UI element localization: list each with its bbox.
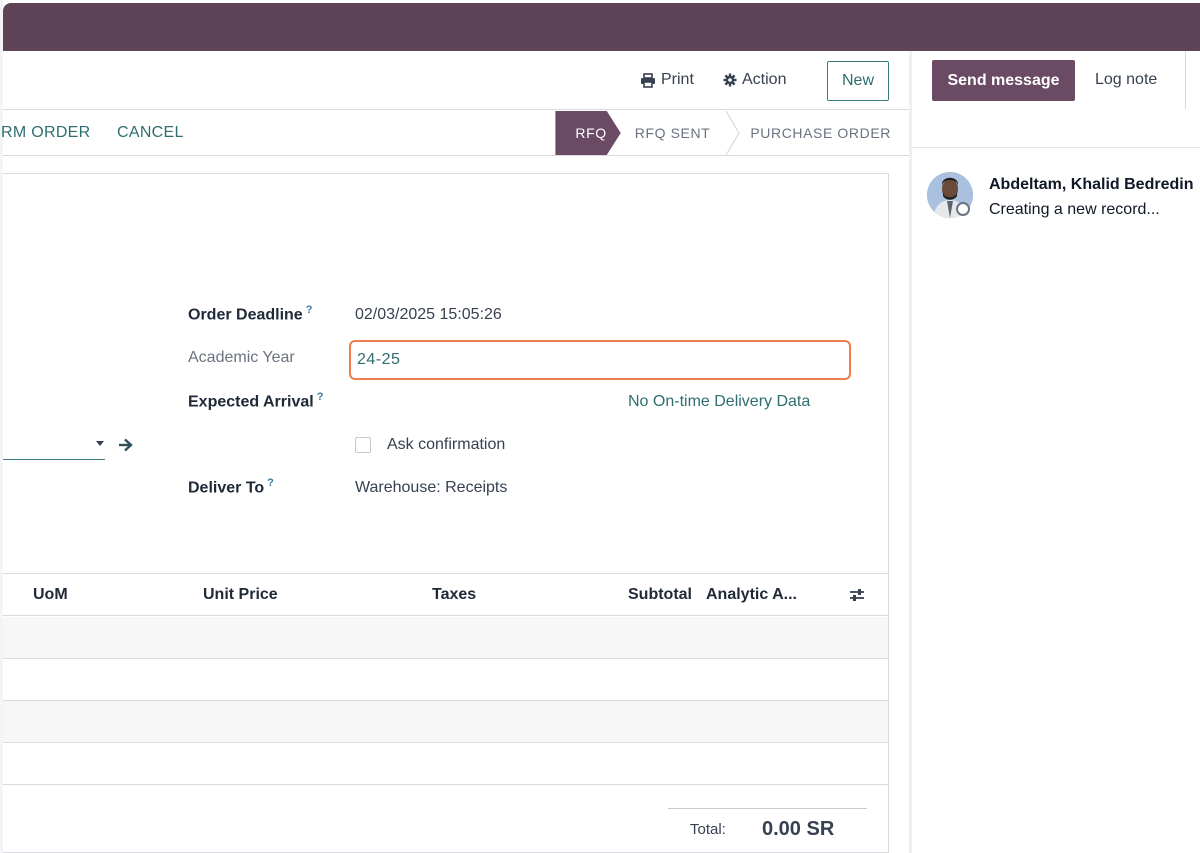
- expected-arrival-label: Expected Arrival?: [188, 391, 324, 411]
- stage-purchase-order[interactable]: PURCHASE ORDER: [740, 111, 891, 155]
- print-button[interactable]: Print: [640, 71, 694, 89]
- stage-separator-icon: [725, 111, 740, 155]
- academic-year-label: Academic Year: [188, 349, 295, 366]
- new-button[interactable]: New: [827, 61, 889, 101]
- column-analytic[interactable]: Analytic A...: [706, 586, 797, 604]
- deliver-to-label: Deliver To?: [188, 477, 274, 497]
- total-value: 0.00 SR: [762, 818, 835, 840]
- help-icon[interactable]: ?: [317, 391, 324, 403]
- column-taxes[interactable]: Taxes: [432, 586, 476, 604]
- column-unit-price[interactable]: Unit Price: [203, 586, 278, 604]
- column-uom[interactable]: UoM: [33, 586, 68, 604]
- printer-icon: [641, 72, 655, 88]
- message-body: Creating a new record...: [989, 201, 1160, 218]
- confirm-order-button[interactable]: RM ORDER: [1, 124, 91, 142]
- chatter-panel: Send message Log note Abdeltam, Khalid B…: [912, 51, 1200, 853]
- chatter-separator: [912, 147, 1200, 148]
- column-subtotal[interactable]: Subtotal: [628, 586, 692, 604]
- totals-divider: [668, 808, 867, 809]
- partner-select-field[interactable]: [3, 459, 105, 460]
- arrow-right-icon[interactable]: [118, 437, 133, 453]
- table-row[interactable]: [3, 743, 888, 785]
- log-note-button[interactable]: Log note: [1095, 71, 1157, 89]
- action-label: Action: [742, 71, 787, 88]
- ask-confirmation-checkbox[interactable]: [355, 437, 371, 453]
- control-panel: Print Action New: [3, 51, 909, 110]
- academic-year-value: 24-25: [357, 351, 401, 368]
- ask-confirmation-label: Ask confirmation: [387, 436, 506, 453]
- chatter-toolbar-separator: [1185, 51, 1186, 109]
- stage-pipeline: RFQ RFQ SENT PURCHASE ORDER: [555, 111, 891, 155]
- presence-status-icon: [956, 202, 970, 216]
- table-row[interactable]: [3, 617, 888, 659]
- chevron-down-icon[interactable]: [96, 441, 104, 446]
- send-message-button[interactable]: Send message: [932, 60, 1075, 101]
- message-author[interactable]: Abdeltam, Khalid Bedredin: [989, 176, 1193, 194]
- cancel-button[interactable]: CANCEL: [117, 124, 184, 142]
- on-time-delivery-link[interactable]: No On-time Delivery Data: [628, 393, 810, 411]
- help-icon[interactable]: ?: [267, 477, 274, 489]
- table-row[interactable]: [3, 701, 888, 743]
- order-deadline-value[interactable]: 02/03/2025 15:05:26: [355, 306, 502, 324]
- order-deadline-label: Order Deadline?: [188, 304, 313, 324]
- action-button[interactable]: Action: [723, 71, 786, 89]
- help-icon[interactable]: ?: [306, 304, 313, 316]
- column-settings-icon[interactable]: [849, 587, 865, 603]
- gear-icon: [723, 73, 737, 87]
- stage-rfq[interactable]: RFQ: [555, 111, 620, 155]
- status-bar: RM ORDER CANCEL RFQ RFQ SENT PURCHASE OR…: [1, 111, 909, 156]
- total-label: Total:: [690, 821, 726, 838]
- order-lines-header: UoM Unit Price Taxes Subtotal Analytic A…: [3, 573, 888, 616]
- academic-year-field[interactable]: 24-25: [349, 340, 851, 380]
- stage-rfq-sent[interactable]: RFQ SENT: [621, 111, 725, 155]
- table-row[interactable]: [3, 659, 888, 701]
- deliver-to-value[interactable]: Warehouse: Receipts: [355, 479, 507, 497]
- print-label: Print: [661, 71, 694, 88]
- navbar: [3, 3, 1200, 51]
